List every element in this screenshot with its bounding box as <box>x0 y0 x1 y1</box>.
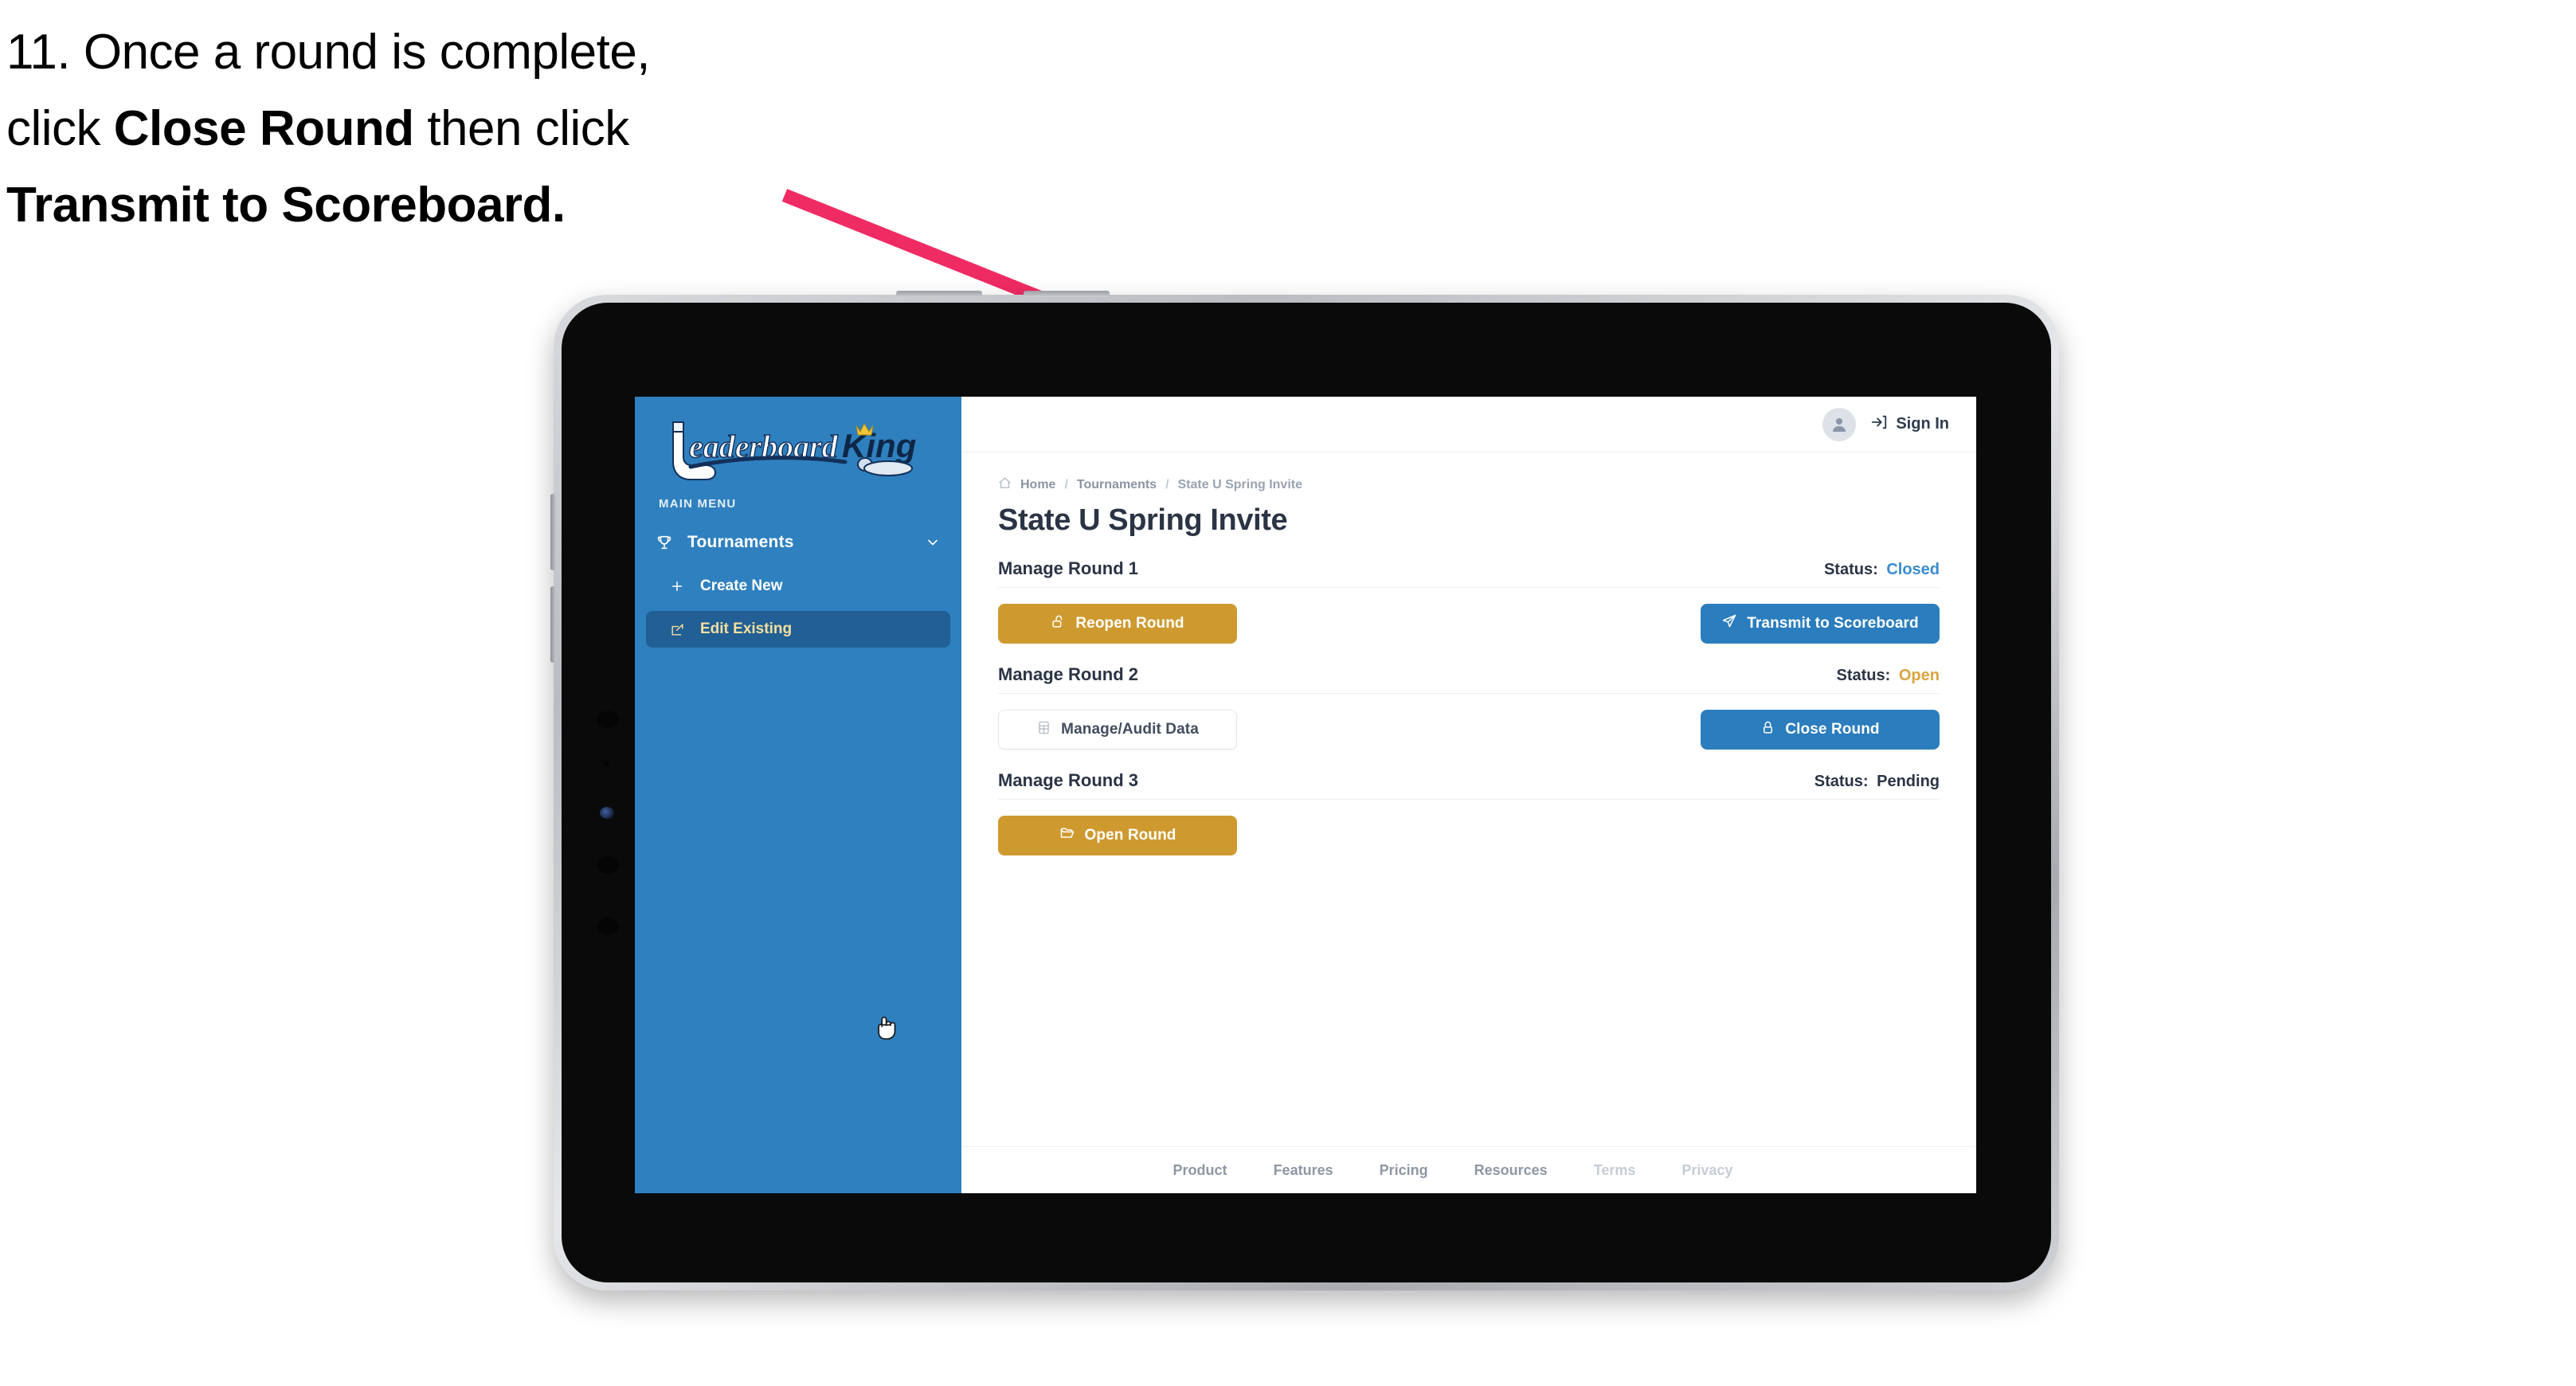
svg-text:King: King <box>842 427 916 464</box>
table-grid-icon <box>1036 720 1051 740</box>
footer-link-terms[interactable]: Terms <box>1594 1162 1636 1179</box>
tablet-device: eaderboard King MAIN MENU Tournaments Cr… <box>550 291 2059 1290</box>
sensor-icon <box>597 856 619 874</box>
page-title: State U Spring Invite <box>998 503 1288 537</box>
footer-link-privacy[interactable]: Privacy <box>1681 1162 1732 1179</box>
round-status: Status: Open <box>1837 667 1940 685</box>
round-block-3: Manage Round 3 Status: Pending Open Roun… <box>998 770 1940 855</box>
round-title: Manage Round 2 <box>998 664 1139 684</box>
user-avatar-icon[interactable] <box>1822 407 1857 441</box>
tablet-frame: eaderboard King MAIN MENU Tournaments Cr… <box>550 291 2059 1290</box>
mouse-cursor-hand-icon <box>878 1016 896 1040</box>
app-footer: Product Features Pricing Resources Terms… <box>961 1146 1976 1193</box>
tablet-bezel: eaderboard King MAIN MENU Tournaments Cr… <box>562 303 2051 1282</box>
breadcrumb-separator: / <box>1064 478 1068 491</box>
status-value: Open <box>1898 667 1940 684</box>
sign-in-button[interactable]: Sign In <box>1870 413 1949 436</box>
front-camera-icon <box>600 807 614 819</box>
sidebar-item-label: Edit Existing <box>700 621 793 637</box>
footer-link-resources[interactable]: Resources <box>1474 1162 1548 1179</box>
reopen-round-button[interactable]: Reopen Round <box>998 604 1237 644</box>
round-actions: Manage/Audit Data Close Round <box>998 710 1940 750</box>
breadcrumb: Home / Tournaments / State U Spring Invi… <box>998 476 1940 494</box>
footer-link-features[interactable]: Features <box>1274 1162 1333 1179</box>
edit-square-icon <box>670 622 692 637</box>
round-status: Status: Pending <box>1815 773 1940 791</box>
sidebar-nav: Tournaments Create New Edit Existing <box>635 511 961 648</box>
manage-audit-data-button[interactable]: Manage/Audit Data <box>998 710 1237 750</box>
lock-icon <box>1760 720 1775 740</box>
button-label: Close Round <box>1785 721 1880 738</box>
login-arrow-icon <box>1870 413 1888 436</box>
sign-in-label: Sign In <box>1896 415 1949 433</box>
tablet-screen: eaderboard King MAIN MENU Tournaments Cr… <box>635 397 1976 1193</box>
sidebar-item-label: Create New <box>700 578 783 594</box>
round-header: Manage Round 3 Status: Pending <box>998 770 1940 800</box>
transmit-to-scoreboard-button[interactable]: Transmit to Scoreboard <box>1701 604 1940 644</box>
indicator-led-icon <box>603 761 609 766</box>
app-logo[interactable]: eaderboard King <box>635 397 961 480</box>
instruction-caption: 11. Once a round is complete, click Clos… <box>6 14 851 244</box>
button-label: Open Round <box>1084 827 1176 844</box>
top-button-right[interactable] <box>1024 291 1110 297</box>
round-block-1: Manage Round 1 Status: Closed Reopen Rou… <box>998 558 1940 644</box>
round-status: Status: Closed <box>1824 561 1940 579</box>
status-label: Status: <box>1823 561 1878 578</box>
home-icon[interactable] <box>998 476 1012 494</box>
sensor-icon <box>597 918 619 935</box>
round-title: Manage Round 1 <box>998 558 1139 578</box>
chevron-down-icon[interactable] <box>925 534 941 550</box>
trophy-icon <box>656 534 679 551</box>
breadcrumb-item-home[interactable]: Home <box>1020 478 1055 492</box>
status-value: Pending <box>1877 773 1940 790</box>
round-block-2: Manage Round 2 Status: Open Manage/Audit… <box>998 664 1940 750</box>
status-label: Status: <box>1814 773 1869 790</box>
breadcrumb-item-tournaments[interactable]: Tournaments <box>1077 478 1157 492</box>
sidebar-item-label: Tournaments <box>687 533 794 551</box>
sidebar-item-create-new[interactable]: Create New <box>646 568 950 605</box>
round-actions: Reopen Round Transmit to Scoreboard <box>998 604 1940 644</box>
breadcrumb-separator: / <box>1165 478 1169 491</box>
caption-line-2: click Close Round then click <box>6 101 629 157</box>
round-actions: Open Round <box>998 816 1940 855</box>
round-header: Manage Round 2 Status: Open <box>998 664 1940 694</box>
volume-down-button[interactable] <box>550 586 556 663</box>
caption-line-1: 11. Once a round is complete, <box>6 25 651 80</box>
breadcrumb-item-current: State U Spring Invite <box>1177 478 1302 491</box>
app-topbar: Sign In <box>961 397 1976 452</box>
footer-link-pricing[interactable]: Pricing <box>1380 1162 1428 1179</box>
sidebar-item-edit-existing[interactable]: Edit Existing <box>646 611 950 648</box>
unlock-icon <box>1051 614 1066 634</box>
caption-line-3: Transmit to Scoreboard. <box>6 178 566 233</box>
open-round-button[interactable]: Open Round <box>998 816 1237 855</box>
volume-up-button[interactable] <box>550 494 556 570</box>
round-header: Manage Round 1 Status: Closed <box>998 558 1940 588</box>
send-plane-icon <box>1721 613 1737 634</box>
round-title: Manage Round 3 <box>998 770 1139 790</box>
plus-icon <box>670 579 692 593</box>
status-label: Status: <box>1836 667 1891 684</box>
sidebar-item-tournaments[interactable]: Tournaments <box>635 523 961 562</box>
footer-link-product[interactable]: Product <box>1173 1162 1227 1179</box>
folder-open-icon <box>1059 825 1075 846</box>
sidebar-section-label: MAIN MENU <box>659 497 737 511</box>
page-content: Home / Tournaments / State U Spring Invi… <box>961 452 1976 1146</box>
status-value: Closed <box>1886 561 1940 578</box>
button-label: Transmit to Scoreboard <box>1747 615 1919 632</box>
top-button-left[interactable] <box>896 291 982 297</box>
button-label: Reopen Round <box>1075 615 1184 632</box>
close-round-button[interactable]: Close Round <box>1701 710 1940 750</box>
sensor-icon <box>597 711 619 728</box>
button-label: Manage/Audit Data <box>1061 721 1199 738</box>
app-main: Sign In Home / Tournaments / State U Spr… <box>961 397 1976 1193</box>
app-sidebar: eaderboard King MAIN MENU Tournaments Cr… <box>635 397 961 1193</box>
